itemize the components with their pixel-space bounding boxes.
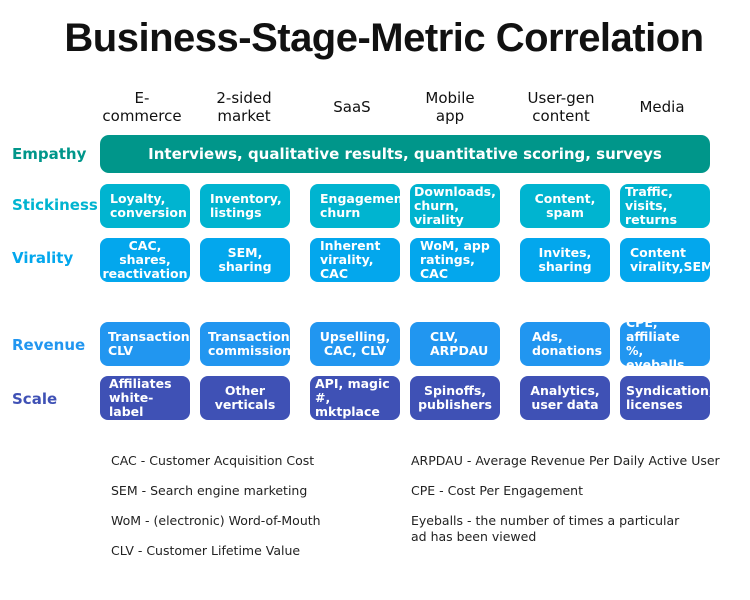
column-header-saas: SaaS <box>333 98 371 116</box>
row-label-revenue: Revenue <box>12 336 86 354</box>
cell-stickiness-mobile-app: Downloads, churn, virality <box>410 184 500 228</box>
cell-virality-2-sided-market: SEM, sharing <box>200 238 290 282</box>
row-label-stickiness: Stickiness <box>12 196 98 214</box>
cell-revenue-user-gen-content: Ads, donations <box>520 322 610 366</box>
cell-stickiness-user-gen-content: Content, spam <box>520 184 610 228</box>
cell-revenue-media: CPE, affiliate %, eyeballs <box>620 316 710 372</box>
diagram-title: Business-Stage-Metric Correlation <box>64 16 704 60</box>
column-header-media: Media <box>639 98 685 116</box>
row-label-scale: Scale <box>12 390 58 408</box>
column-header-ecommerce: E- commerce <box>102 89 182 125</box>
cell-virality-user-gen-content: Invites, sharing <box>520 238 610 282</box>
cell-scale-media: Syndication, licenses <box>620 376 714 420</box>
cell-stickiness-media: Traffic, visits, returns <box>620 184 710 228</box>
glossary-wom: WoM - (electronic) Word-of-Mouth <box>111 513 321 528</box>
cell-stickiness-2-sided-market: Inventory, listings <box>200 184 290 228</box>
glossary-cpe: CPE - Cost Per Engagement <box>411 483 584 498</box>
cell-stickiness-ecommerce: Loyalty, conversion <box>100 184 190 228</box>
row-label-virality: Virality <box>12 249 74 267</box>
row-label-empathy: Empathy <box>12 145 87 163</box>
cell-virality-media: Content virality,SEM <box>620 238 713 282</box>
column-header-user-gen-content: User-gen content <box>527 89 595 125</box>
cell-scale-saas: API, magic #, mktplace <box>310 376 400 420</box>
empathy-span-cell: Interviews, qualitative results, quantit… <box>100 135 710 173</box>
glossary-arpdau: ARPDAU - Average Revenue Per Daily Activ… <box>411 453 720 468</box>
cell-virality-saas: Inherent virality, CAC <box>310 238 400 282</box>
cell-scale-ecommerce: Affiliates white-label <box>100 376 190 420</box>
cell-revenue-saas: Upselling, CAC, CLV <box>310 322 400 366</box>
glossary-sem: SEM - Search engine marketing <box>111 483 308 498</box>
cell-revenue-2-sided-market: Transaction, commission <box>200 322 294 366</box>
column-header-mobile-app: Mobile app <box>425 89 475 125</box>
cell-scale-2-sided-market: Other verticals <box>200 376 290 420</box>
glossary-eyeballs: Eyeballs - the number of times a particu… <box>411 513 680 544</box>
cell-virality-mobile-app: WoM, app ratings, CAC <box>410 238 500 282</box>
cell-scale-mobile-app: Spinoffs, publishers <box>410 376 500 420</box>
cell-revenue-ecommerce: Transaction, CLV <box>100 322 194 366</box>
cell-virality-ecommerce: CAC, shares, reactivation <box>100 238 190 282</box>
glossary-clv: CLV - Customer Lifetime Value <box>111 543 301 558</box>
cell-stickiness-saas: Engagement, churn <box>310 184 413 228</box>
column-header-2-sided-market: 2-sided market <box>216 89 272 125</box>
cell-revenue-mobile-app: CLV, ARPDAU <box>410 322 500 366</box>
glossary-cac: CAC - Customer Acquisition Cost <box>111 453 315 468</box>
cell-scale-user-gen-content: Analytics, user data <box>520 376 610 420</box>
